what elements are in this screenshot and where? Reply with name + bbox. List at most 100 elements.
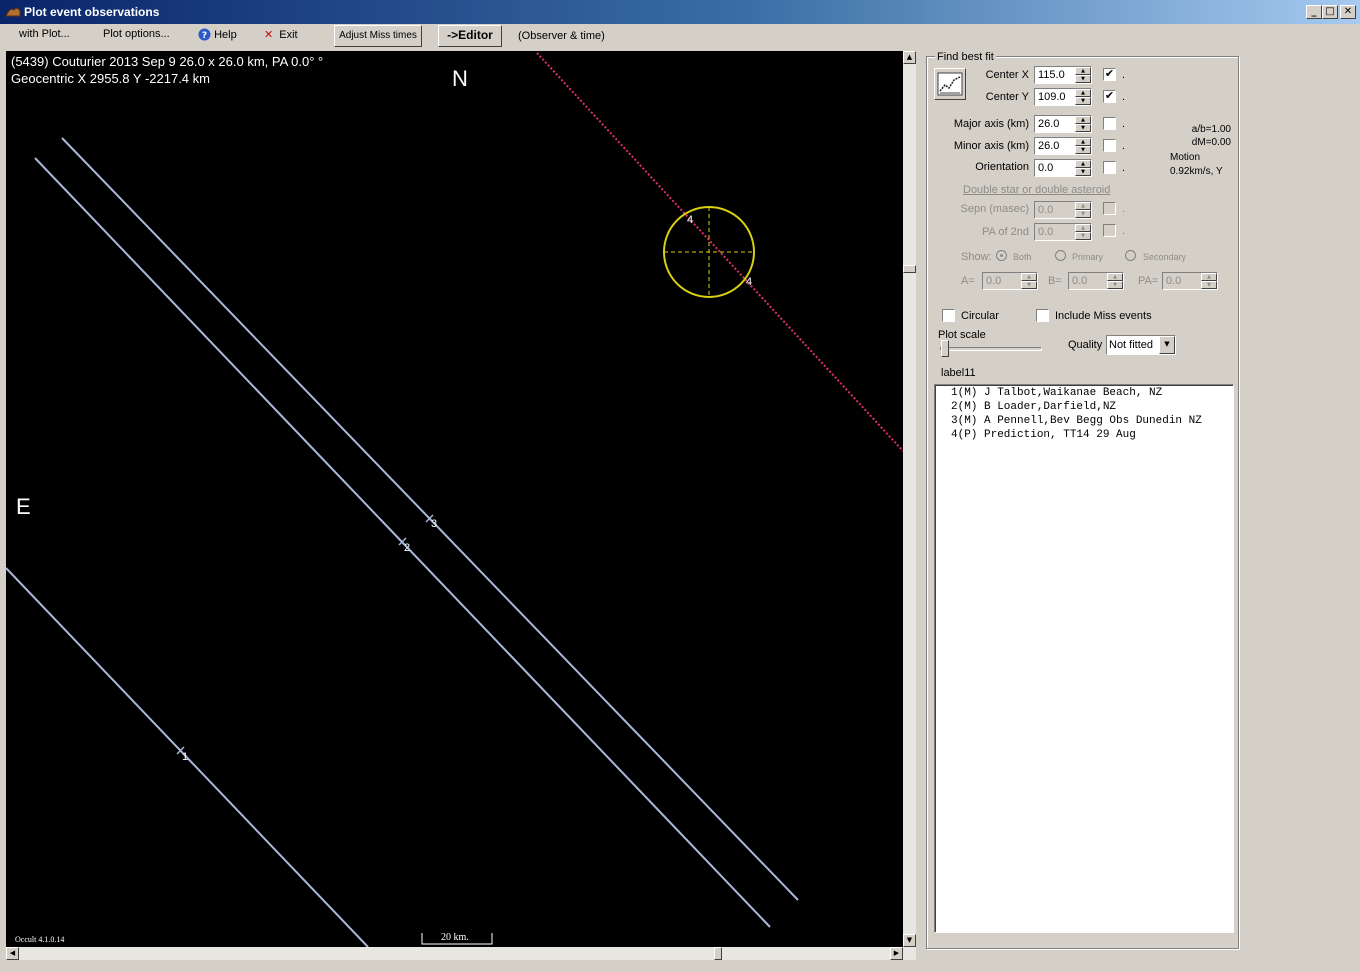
radio-primary-label: Primary bbox=[1072, 252, 1103, 262]
circular-label: Circular bbox=[961, 310, 999, 322]
center-y-label: Center Y bbox=[985, 91, 1029, 103]
menu-bar: with Plot... Plot options... ? Help ✕ Ex… bbox=[0, 24, 1360, 48]
a-spinner[interactable]: 0.0 ▲ ▼ bbox=[982, 272, 1038, 290]
spin-down-icon[interactable]: ▼ bbox=[1107, 281, 1123, 289]
horizontal-scrollbar[interactable]: ◀ ▶ bbox=[6, 947, 916, 960]
spin-up-icon[interactable]: ▲ bbox=[1021, 273, 1037, 281]
center-y-dot: . bbox=[1122, 91, 1126, 103]
find-best-fit-title: Find best fit bbox=[935, 51, 996, 63]
center-x-value: 115.0 bbox=[1038, 69, 1065, 81]
radio-secondary[interactable] bbox=[1125, 250, 1136, 261]
spin-up-icon[interactable]: ▲ bbox=[1075, 89, 1091, 97]
motion-label: Motion bbox=[1170, 152, 1201, 163]
pa-second-spinner[interactable]: 0.0 ▲ ▼ bbox=[1034, 223, 1092, 241]
quality-dropdown[interactable]: Not fitted ▼ bbox=[1106, 335, 1176, 355]
include-miss-label: Include Miss events bbox=[1055, 310, 1152, 322]
major-axis-label: Major axis (km) bbox=[953, 118, 1029, 130]
menu-help[interactable]: ? Help bbox=[198, 28, 237, 41]
spin-down-icon[interactable]: ▼ bbox=[1075, 75, 1091, 83]
editor-button[interactable]: ->Editor bbox=[438, 25, 502, 47]
spin-down-icon[interactable]: ▼ bbox=[1075, 124, 1091, 132]
spin-up-icon[interactable]: ▲ bbox=[1075, 138, 1091, 146]
scroll-down-icon[interactable]: ▼ bbox=[903, 934, 916, 947]
list-item[interactable]: 2(M) B Loader,Darfield,NZ bbox=[951, 401, 1116, 413]
pa-second-checkbox[interactable] bbox=[1103, 224, 1116, 237]
pa-spinner[interactable]: 0.0 ▲ ▼ bbox=[1162, 272, 1218, 290]
app-icon bbox=[5, 7, 21, 17]
spin-down-icon[interactable]: ▼ bbox=[1075, 232, 1091, 240]
spin-up-icon[interactable]: ▲ bbox=[1075, 116, 1091, 124]
spin-up-icon[interactable]: ▲ bbox=[1107, 273, 1123, 281]
b-label: B= bbox=[1048, 275, 1062, 287]
minor-axis-checkbox[interactable] bbox=[1103, 139, 1116, 152]
include-miss-checkbox[interactable] bbox=[1036, 309, 1049, 322]
minimize-button[interactable]: _ bbox=[1306, 5, 1322, 19]
b-spinner[interactable]: 0.0 ▲ ▼ bbox=[1068, 272, 1124, 290]
close-button[interactable]: ✕ bbox=[1340, 5, 1356, 19]
spin-down-icon[interactable]: ▼ bbox=[1075, 168, 1091, 176]
plot-title: (5439) Couturier 2013 Sep 9 26.0 x 26.0 … bbox=[11, 54, 324, 69]
center-y-checkbox[interactable]: ✔ bbox=[1103, 90, 1116, 103]
list-item[interactable]: 3(M) A Pennell,Bev Begg Obs Dunedin NZ bbox=[951, 415, 1202, 427]
quality-label: Quality bbox=[1068, 339, 1103, 351]
plot-canvas[interactable]: (5439) Couturier 2013 Sep 9 26.0 x 26.0 … bbox=[6, 51, 903, 947]
list-item[interactable]: 4(P) Prediction, TT14 29 Aug bbox=[951, 429, 1136, 441]
spin-down-icon[interactable]: ▼ bbox=[1075, 97, 1091, 105]
spin-up-icon[interactable]: ▲ bbox=[1201, 273, 1217, 281]
sepn-dot: . bbox=[1122, 203, 1126, 215]
orientation-checkbox[interactable] bbox=[1103, 161, 1116, 174]
menu-help-label: Help bbox=[214, 29, 237, 41]
minor-axis-spinner[interactable]: 26.0 ▲ ▼ bbox=[1034, 137, 1092, 155]
radio-primary[interactable] bbox=[1055, 250, 1066, 261]
horizontal-scroll-thumb[interactable] bbox=[714, 947, 722, 960]
plot-scale-track[interactable] bbox=[940, 347, 1042, 351]
chord-label-1: 1 bbox=[182, 751, 189, 763]
scroll-up-icon[interactable]: ▲ bbox=[903, 51, 916, 64]
major-axis-checkbox[interactable] bbox=[1103, 117, 1116, 130]
prediction-label-a: 4 bbox=[687, 214, 694, 226]
sepn-spinner[interactable]: 0.0 ▲ ▼ bbox=[1034, 201, 1092, 219]
pa-second-dot: . bbox=[1122, 225, 1126, 237]
spin-down-icon[interactable]: ▼ bbox=[1201, 281, 1217, 289]
pa-second-value: 0.0 bbox=[1038, 226, 1054, 238]
list-item[interactable]: 1(M) J Talbot,Waikanae Beach, NZ bbox=[951, 387, 1162, 399]
center-y-spinner[interactable]: 109.0 ▲ ▼ bbox=[1034, 88, 1092, 106]
a-value: 0.0 bbox=[986, 275, 1002, 287]
spin-up-icon[interactable]: ▲ bbox=[1075, 160, 1091, 168]
vertical-scrollbar[interactable]: ▲ ▼ bbox=[903, 51, 916, 947]
orientation-value: 0.0 bbox=[1038, 162, 1054, 174]
chevron-down-icon[interactable]: ▼ bbox=[1159, 336, 1175, 354]
menu-with-plot[interactable]: with Plot... bbox=[19, 28, 70, 40]
double-star-label: Double star or double asteroid bbox=[963, 184, 1111, 196]
radio-both[interactable] bbox=[996, 250, 1007, 261]
spin-up-icon[interactable]: ▲ bbox=[1075, 224, 1091, 232]
menu-exit[interactable]: ✕ Exit bbox=[264, 28, 298, 41]
sepn-label: Sepn (masec) bbox=[960, 203, 1029, 215]
maximize-button[interactable]: □ bbox=[1322, 5, 1338, 19]
circular-checkbox[interactable] bbox=[942, 309, 955, 322]
observer-list[interactable]: 1(M) J Talbot,Waikanae Beach, NZ 2(M) B … bbox=[934, 384, 1234, 933]
spin-down-icon[interactable]: ▼ bbox=[1021, 281, 1037, 289]
b-value: 0.0 bbox=[1072, 275, 1088, 287]
chord-label-2: 2 bbox=[404, 542, 411, 554]
north-label: N bbox=[452, 66, 468, 91]
orientation-spinner[interactable]: 0.0 ▲ ▼ bbox=[1034, 159, 1092, 177]
scroll-right-icon[interactable]: ▶ bbox=[890, 947, 903, 960]
center-x-label: Center X bbox=[985, 69, 1029, 81]
spin-up-icon[interactable]: ▲ bbox=[1075, 67, 1091, 75]
sepn-value: 0.0 bbox=[1038, 204, 1054, 216]
spin-down-icon[interactable]: ▼ bbox=[1075, 146, 1091, 154]
a-label: A= bbox=[961, 275, 975, 287]
menu-plot-options[interactable]: Plot options... bbox=[103, 28, 170, 40]
spin-up-icon[interactable]: ▲ bbox=[1075, 202, 1091, 210]
major-axis-spinner[interactable]: 26.0 ▲ ▼ bbox=[1034, 115, 1092, 133]
sepn-checkbox[interactable] bbox=[1103, 202, 1116, 215]
center-x-spinner[interactable]: 115.0 ▲ ▼ bbox=[1034, 66, 1092, 84]
radio-both-label: Both bbox=[1013, 252, 1032, 262]
scroll-left-icon[interactable]: ◀ bbox=[6, 947, 19, 960]
spin-down-icon[interactable]: ▼ bbox=[1075, 210, 1091, 218]
plot-scale-slider[interactable] bbox=[941, 340, 949, 357]
adjust-miss-times-button[interactable]: Adjust Miss times bbox=[334, 25, 422, 47]
center-x-checkbox[interactable]: ✔ bbox=[1103, 68, 1116, 81]
vertical-scroll-thumb[interactable] bbox=[903, 265, 916, 273]
